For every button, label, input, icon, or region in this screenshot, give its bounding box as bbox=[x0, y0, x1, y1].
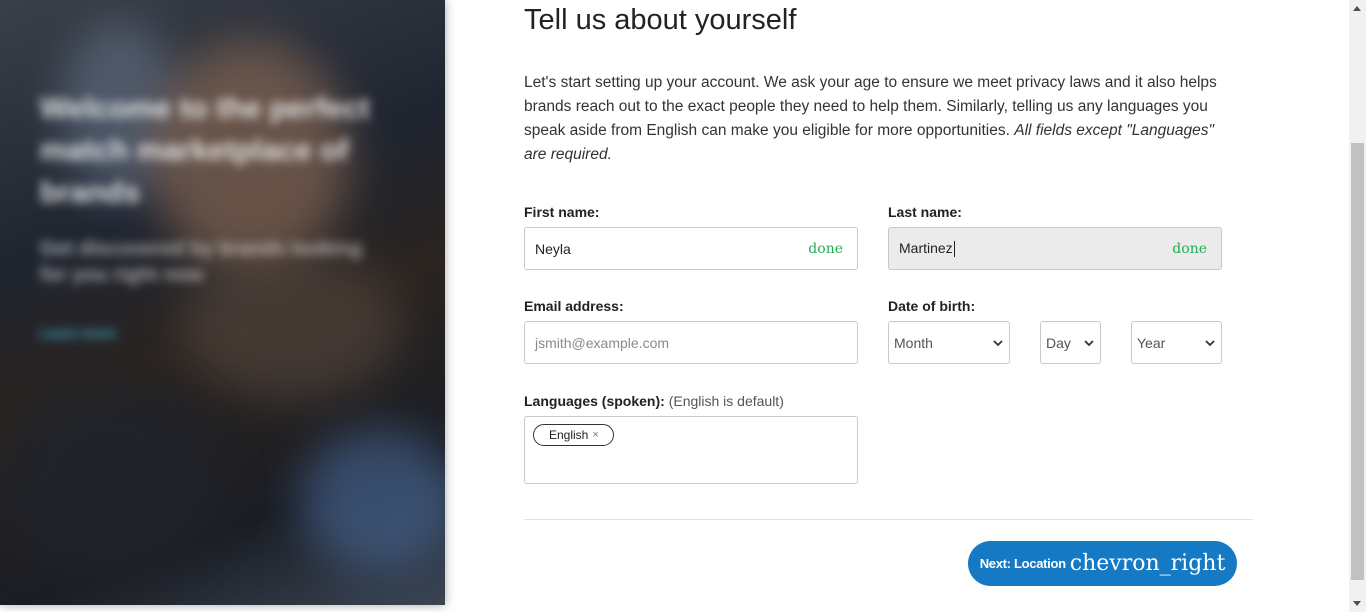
last-name-label: Last name: bbox=[888, 204, 962, 220]
page-title: Tell us about yourself bbox=[524, 4, 797, 36]
scroll-up-arrow-icon[interactable] bbox=[1353, 6, 1361, 11]
hero-image: Welcome to the perfect match marketplace… bbox=[0, 0, 445, 605]
dob-day-select[interactable]: Day bbox=[1040, 321, 1101, 364]
languages-field[interactable]: English × bbox=[524, 416, 858, 484]
chevron-right-icon: chevron_right bbox=[1069, 551, 1226, 576]
next-location-button[interactable]: Next: Location chevron_right bbox=[968, 541, 1237, 586]
dob-year-value: Year bbox=[1137, 334, 1166, 351]
dob-year-select[interactable]: Year bbox=[1131, 321, 1222, 364]
hero-subtext: Get discovered by brands looking for you… bbox=[40, 238, 363, 286]
email-label: Email address: bbox=[524, 298, 624, 314]
last-name-field[interactable]: Martinez done bbox=[888, 227, 1222, 270]
first-name-label: First name: bbox=[524, 204, 600, 220]
chevron-down-icon bbox=[1084, 339, 1094, 346]
remove-icon[interactable]: × bbox=[592, 429, 598, 441]
last-name-value: Martinez bbox=[899, 239, 953, 256]
done-icon: done bbox=[1172, 240, 1207, 257]
chevron-down-icon bbox=[1205, 339, 1215, 346]
intro-text: Let's start setting up your account. We … bbox=[524, 74, 1217, 163]
dob-label: Date of birth: bbox=[888, 298, 976, 314]
dob-month-select[interactable]: Month bbox=[888, 321, 1010, 364]
email-placeholder: jsmith@example.com bbox=[535, 334, 670, 351]
done-icon: done bbox=[808, 240, 843, 257]
dob-month-value: Month bbox=[894, 334, 933, 351]
hero-link[interactable]: Learn more bbox=[40, 325, 116, 341]
first-name-value: Neyla bbox=[535, 240, 571, 257]
language-chip-label: English bbox=[549, 428, 589, 442]
languages-label: Languages (spoken): (English is default) bbox=[524, 393, 784, 409]
dob-day-value: Day bbox=[1046, 334, 1071, 351]
page-scrollbar[interactable] bbox=[1349, 0, 1366, 612]
languages-hint: (English is default) bbox=[668, 393, 784, 409]
email-field[interactable]: jsmith@example.com bbox=[524, 321, 858, 364]
hero-headline: Welcome to the perfect match marketplace… bbox=[40, 92, 370, 209]
next-button-label: Next: Location bbox=[979, 556, 1066, 571]
divider bbox=[524, 519, 1253, 520]
first-name-field[interactable]: Neyla done bbox=[524, 227, 858, 270]
language-chip-english[interactable]: English × bbox=[533, 424, 614, 446]
scrollbar-thumb[interactable] bbox=[1351, 143, 1364, 580]
chevron-down-icon bbox=[993, 339, 1003, 346]
text-cursor bbox=[953, 241, 955, 258]
scroll-down-arrow-icon[interactable] bbox=[1353, 601, 1361, 606]
